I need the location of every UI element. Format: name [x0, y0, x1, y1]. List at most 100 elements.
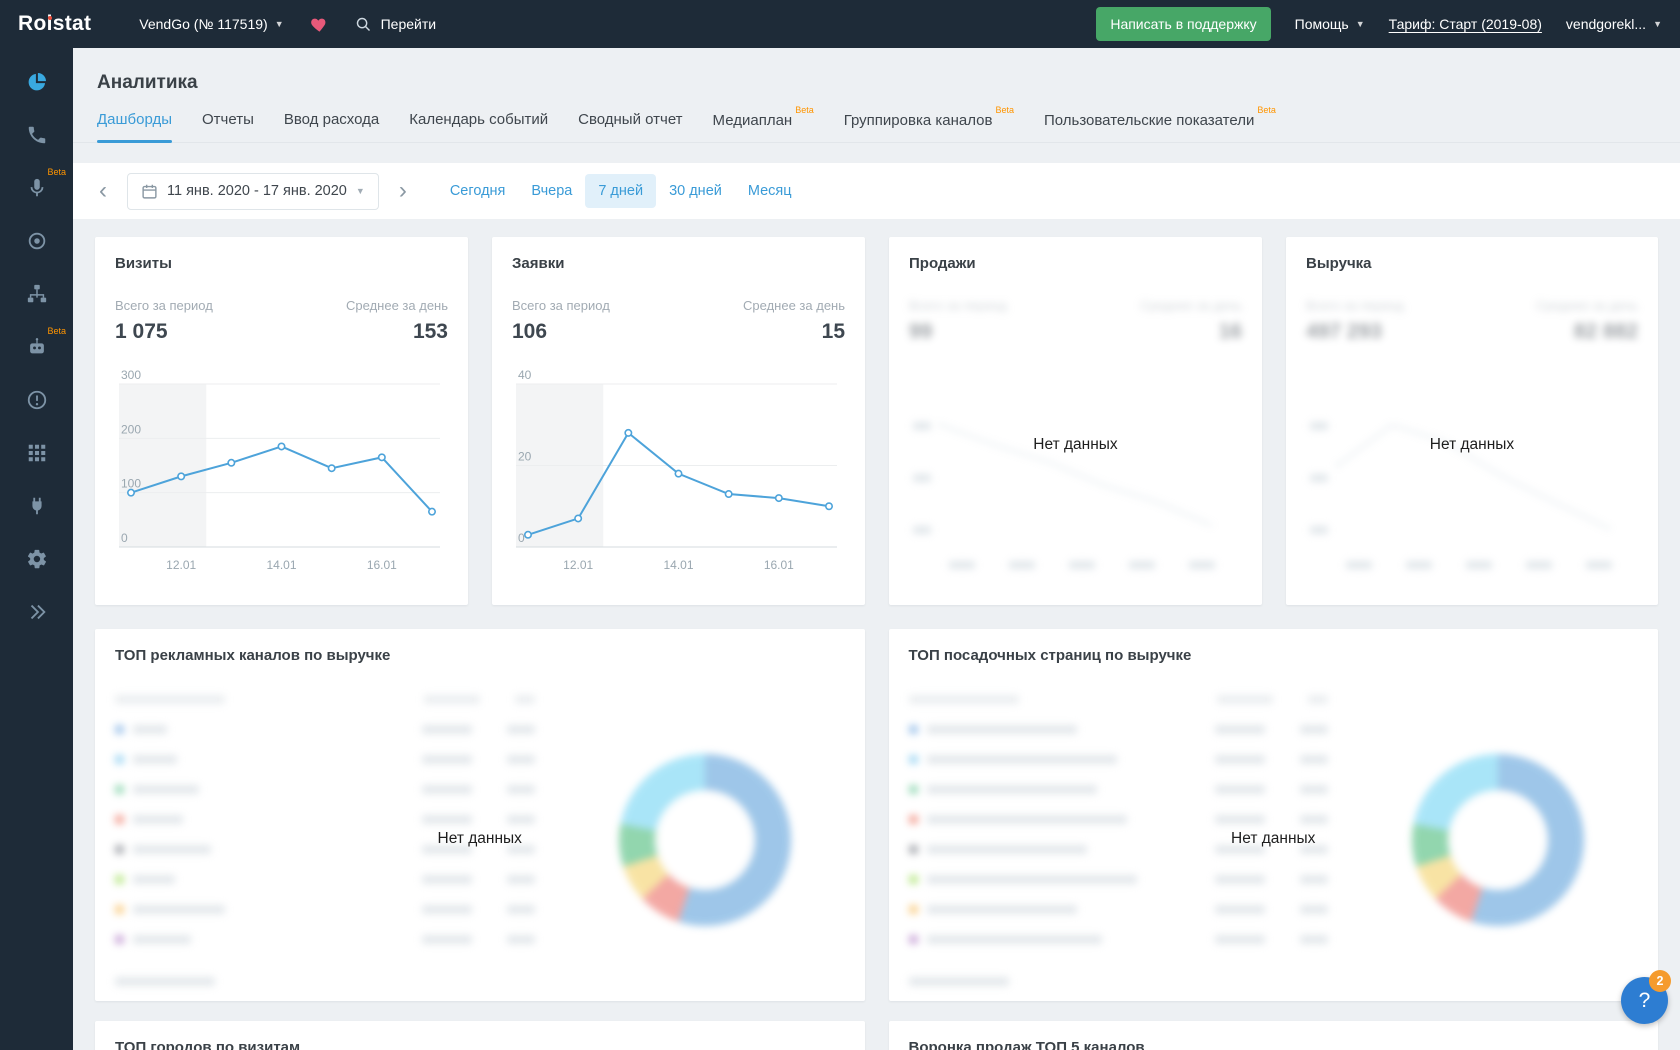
avg-day-label: Среднее за день [346, 298, 448, 313]
quick-filter-7-days[interactable]: 7 дней [585, 174, 657, 208]
roistat-logo[interactable]: Roistat [18, 12, 91, 36]
card-title: ТОП городов по визитам [115, 1039, 301, 1050]
top-landings-card: ТОП посадочных страниц по выручке Нет да… [888, 629, 1658, 1001]
sidebar-item-calltracking[interactable] [0, 111, 73, 164]
tab-label: Сводный отчет [578, 111, 683, 128]
robot-icon [26, 336, 48, 363]
help-menu[interactable]: Помощь ▼ [1295, 16, 1365, 32]
sidebar-item-integrations[interactable] [0, 482, 73, 535]
chevron-down-icon: ▼ [1653, 18, 1662, 29]
sidebar-item-alerts[interactable] [0, 376, 73, 429]
global-search[interactable]: Перейти [355, 16, 436, 33]
beta-badge: Beta [47, 326, 66, 336]
sidebar-item-robot[interactable]: Beta [0, 323, 73, 376]
svg-text:0: 0 [121, 531, 128, 545]
avg-day-label: Среднее за день [1536, 298, 1638, 313]
top-channels-card: ТОП рекламных каналов по выручке Нет дан… [95, 629, 865, 1001]
top-tables-row: ТОП рекламных каналов по выручке Нет дан… [95, 629, 1658, 1001]
svg-text:200: 200 [121, 422, 141, 436]
date-range-value: 11 янв. 2020 - 17 янв. 2020 [167, 183, 347, 199]
card-title: Продажи [909, 255, 976, 272]
svg-text:16.01: 16.01 [367, 558, 397, 572]
topbar-right: Написать в поддержку Помощь ▼ Тариф: Ста… [1096, 7, 1662, 41]
tab-dashboards[interactable]: Дашборды [97, 111, 172, 143]
chevron-down-icon: ▼ [355, 185, 365, 196]
revenue-total-value: 497 293 [1306, 320, 1382, 343]
stats-row: Визиты Всего за период 1 075 Среднее за … [95, 237, 1658, 605]
tab-channel-grouping[interactable]: Группировка каналовBeta [844, 105, 1014, 142]
date-range-select[interactable]: 11 янв. 2020 - 17 янв. 2020 ▼ [127, 172, 379, 210]
sidebar-item-analytics[interactable] [0, 58, 73, 111]
project-name: VendGo (№ 117519) [139, 16, 268, 32]
avg-day-block: Среднее за день 153 [346, 298, 448, 344]
search-label: Перейти [380, 16, 437, 32]
favorites-button[interactable] [310, 15, 329, 34]
sitemap-icon [26, 283, 48, 310]
sidebar-item-services[interactable] [0, 429, 73, 482]
tab-summary-report[interactable]: Сводный отчет [578, 111, 682, 142]
sidebar-item-collapse[interactable] [0, 588, 73, 641]
tariff-link[interactable]: Тариф: Старт (2019-08) [1389, 16, 1542, 32]
pie-chart-icon [26, 71, 48, 98]
svg-text:16.01: 16.01 [764, 558, 794, 572]
revenue-avg-value: 82 882 [1573, 320, 1638, 343]
section-tabs: Дашборды Отчеты Ввод расхода Календарь собы… [73, 105, 1680, 143]
total-period-label: Всего за период [909, 298, 1007, 313]
project-selector[interactable]: VendGo (№ 117519) ▼ [139, 16, 283, 32]
card-title: Визиты [115, 255, 172, 272]
sidebar-item-speech-analytics[interactable]: Beta [0, 164, 73, 217]
search-icon [356, 17, 370, 31]
help-button[interactable]: ? 2 [1621, 970, 1671, 1024]
svg-text:14.01: 14.01 [266, 558, 296, 572]
tab-label: Календарь событий [409, 111, 549, 128]
tab-events-calendar[interactable]: Календарь событий [409, 111, 548, 142]
beta-badge: Beta [795, 105, 814, 115]
main-content: Аналитика Дашборды Отчеты Ввод расхода Кале… [73, 48, 1680, 1050]
user-menu[interactable]: vendgorekl... ▼ [1566, 16, 1662, 32]
quick-filter-today[interactable]: Сегодня [437, 174, 519, 208]
card-title: ТОП посадочных страниц по выручке [908, 647, 1192, 664]
quick-filter-month[interactable]: Месяц [735, 174, 805, 208]
tab-custom-metrics[interactable]: Пользовательские показателиBeta [1043, 105, 1276, 142]
help-menu-label: Помощь [1294, 16, 1349, 32]
grid-icon [26, 442, 48, 469]
tab-reports[interactable]: Отчеты [202, 111, 254, 142]
sidebar-item-settings[interactable] [0, 535, 73, 588]
topbar: Roistat VendGo (№ 117519) ▼ Перейти Напи… [0, 0, 1680, 48]
page-title: Аналитика [97, 72, 198, 93]
avg-day-block: Среднее за день 15 [743, 298, 845, 344]
funnel-card: Воронка продаж ТОП 5 каналов [888, 1021, 1658, 1050]
quick-filter-yesterday[interactable]: Вчера [518, 174, 585, 208]
sales-card: Продажи Всего за период 99 Среднее за де… [889, 237, 1262, 605]
visits-avg-value: 153 [412, 320, 448, 343]
heart-icon [310, 18, 326, 32]
svg-text:20: 20 [518, 450, 532, 464]
plug-icon [26, 495, 48, 522]
calendar-icon [142, 184, 157, 199]
total-period-block: Всего за период 106 [512, 298, 610, 344]
sidebar-item-goals[interactable] [0, 217, 73, 270]
prev-period-button[interactable]: ‹ [87, 173, 119, 209]
next-period-button[interactable]: › [387, 173, 419, 209]
support-button[interactable]: Написать в поддержку [1096, 7, 1271, 41]
alert-circle-icon [26, 389, 48, 416]
chevron-down-icon: ▼ [274, 18, 284, 29]
tab-label: Пользовательские показатели [1043, 112, 1255, 129]
date-toolbar: ‹ 11 янв. 2020 - 17 янв. 2020 ▼ › Сегодн… [73, 163, 1680, 219]
svg-text:12.01: 12.01 [563, 558, 593, 572]
tab-expense-input[interactable]: Ввод расхода [284, 111, 379, 142]
tab-media-plan[interactable]: МедиапланBeta [713, 105, 814, 142]
total-period-block: Всего за период 1 075 [115, 298, 213, 344]
sales-ghost-chart [909, 370, 1242, 575]
sidebar-item-scenarios[interactable] [0, 270, 73, 323]
target-icon [26, 230, 48, 257]
notification-badge: 2 [1649, 970, 1671, 992]
no-data-label: Нет данных [1231, 829, 1316, 847]
tab-label: Ввод расхода [283, 111, 380, 128]
logo-text: Roistat [18, 12, 92, 35]
sales-total-value: 99 [909, 320, 933, 343]
avg-day-label: Среднее за день [1140, 298, 1242, 313]
visits-total-value: 1 075 [115, 320, 168, 343]
quick-filter-30-days[interactable]: 30 дней [656, 174, 735, 208]
leads-line-chart: 0 20 40 12.01 14.01 16.01 [512, 368, 845, 575]
